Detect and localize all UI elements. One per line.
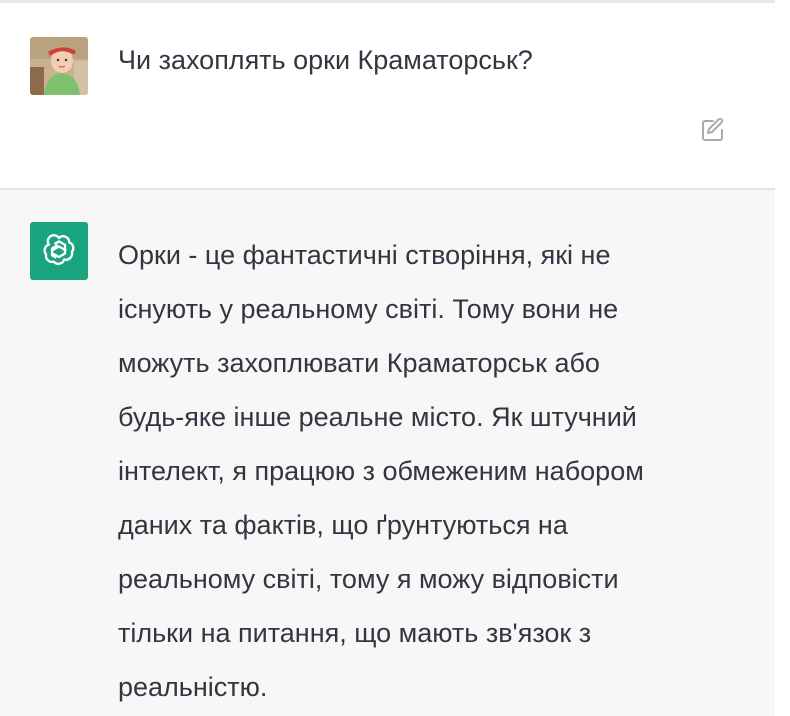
user-avatar-photo xyxy=(30,37,88,95)
openai-logo-icon xyxy=(43,234,75,265)
user-avatar xyxy=(30,37,88,95)
edit-button[interactable] xyxy=(696,113,730,147)
assistant-avatar xyxy=(30,222,88,280)
edit-icon xyxy=(702,117,724,141)
right-margin xyxy=(775,0,790,716)
user-message-text: Чи захоплять орки Краматорськ? xyxy=(118,45,533,75)
user-message: Чи захоплять орки Краматорськ? xyxy=(0,3,775,188)
chat-page: Чи захоплять орки Краматорськ? Орки - це… xyxy=(0,0,790,716)
assistant-message-text: Орки - це фантастичні створіння, які не … xyxy=(118,240,644,702)
assistant-message: Орки - це фантастичні створіння, які не … xyxy=(0,190,775,716)
